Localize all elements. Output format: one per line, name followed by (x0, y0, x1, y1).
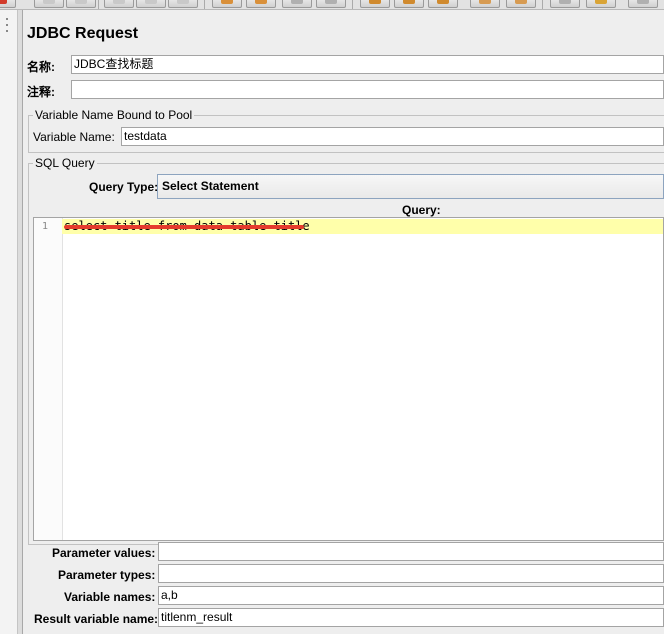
toolbar-button-paste[interactable] (168, 0, 198, 8)
toolbar-button-expand[interactable] (212, 0, 242, 8)
clear-icon (479, 0, 491, 4)
variable-name-label: Variable Name: (33, 130, 115, 144)
variable-names-field[interactable]: a,b (158, 586, 664, 605)
tree-line-dot (6, 18, 8, 20)
toolbar-button-start[interactable] (316, 0, 346, 8)
toolbar-button-collapse[interactable] (246, 0, 276, 8)
toolbar-button-copy[interactable] (136, 0, 166, 8)
parameter-values-field[interactable] (158, 542, 664, 561)
sql-query-legend: SQL Query (33, 156, 97, 170)
toolbar-separator (352, 0, 353, 9)
toolbar-separator (98, 0, 99, 9)
test-plan-tree-edge (0, 10, 18, 634)
page-title: JDBC Request (27, 25, 139, 42)
search-icon (559, 0, 571, 4)
name-label: 名称: (27, 60, 55, 74)
editor-line-gutter: 1 (34, 218, 63, 540)
start-icon (325, 0, 337, 4)
toolbar-button-clear[interactable] (470, 0, 500, 8)
jdbc-request-panel: JDBC Request 名称: JDBC查找标题 注释: Variable N… (23, 10, 664, 634)
toolbar-button-open[interactable] (66, 0, 96, 8)
toolbar-button-toggle[interactable] (282, 0, 312, 8)
run-no-pause-icon (403, 0, 415, 4)
open-icon (75, 0, 87, 4)
toolbar-button-function-helper[interactable] (586, 0, 616, 8)
redaction-mark (64, 225, 304, 229)
toolbar-button-run[interactable] (360, 0, 390, 8)
toolbar-button-help[interactable] (628, 0, 658, 8)
clear-all-icon (515, 0, 527, 4)
copy-icon (145, 0, 157, 4)
tree-line-dot (6, 30, 8, 32)
toolbar-button-template[interactable] (34, 0, 64, 8)
toolbar-button-save[interactable] (104, 0, 134, 8)
toolbar-separator (542, 0, 543, 9)
query-editor[interactable]: 1 select title from data table title (33, 217, 664, 541)
paste-icon (177, 0, 189, 4)
result-variable-label: Result variable name: (34, 612, 159, 626)
pool-section-legend: Variable Name Bound to Pool (33, 108, 195, 122)
toolbar-separator (204, 0, 205, 9)
stop-icon (437, 0, 449, 4)
toolbar-button-stop[interactable] (428, 0, 458, 8)
toolbar-button-clear-all[interactable] (506, 0, 536, 8)
comments-label: 注释: (27, 85, 55, 99)
close-icon (0, 0, 7, 4)
variable-name-field[interactable]: testdata (121, 127, 664, 146)
collapse-icon (255, 0, 267, 4)
query-type-select[interactable]: Select Statement (157, 174, 664, 199)
toolbar-button-run-no-pause[interactable] (394, 0, 424, 8)
result-variable-field[interactable]: titlenm_result (158, 608, 664, 627)
tree-line-dot (6, 24, 8, 26)
comments-field[interactable] (71, 80, 664, 99)
parameter-values-label: Parameter values: (52, 546, 156, 560)
line-number: 1 (42, 221, 49, 232)
toolbar (0, 0, 664, 10)
variable-names-label: Variable names: (64, 590, 156, 604)
function-helper-icon (595, 0, 607, 4)
parameter-types-label: Parameter types: (58, 568, 156, 582)
toggle-icon (291, 0, 303, 4)
toolbar-button-search[interactable] (550, 0, 580, 8)
template-icon (43, 0, 55, 4)
toolbar-button-close[interactable] (0, 0, 16, 8)
parameter-types-field[interactable] (158, 564, 664, 583)
run-icon (369, 0, 381, 4)
name-field[interactable]: JDBC查找标题 (71, 55, 664, 74)
query-label: Query: (402, 203, 441, 217)
query-type-label: Query Type: (89, 180, 159, 194)
expand-icon (221, 0, 233, 4)
save-icon (113, 0, 125, 4)
help-icon (637, 0, 649, 4)
